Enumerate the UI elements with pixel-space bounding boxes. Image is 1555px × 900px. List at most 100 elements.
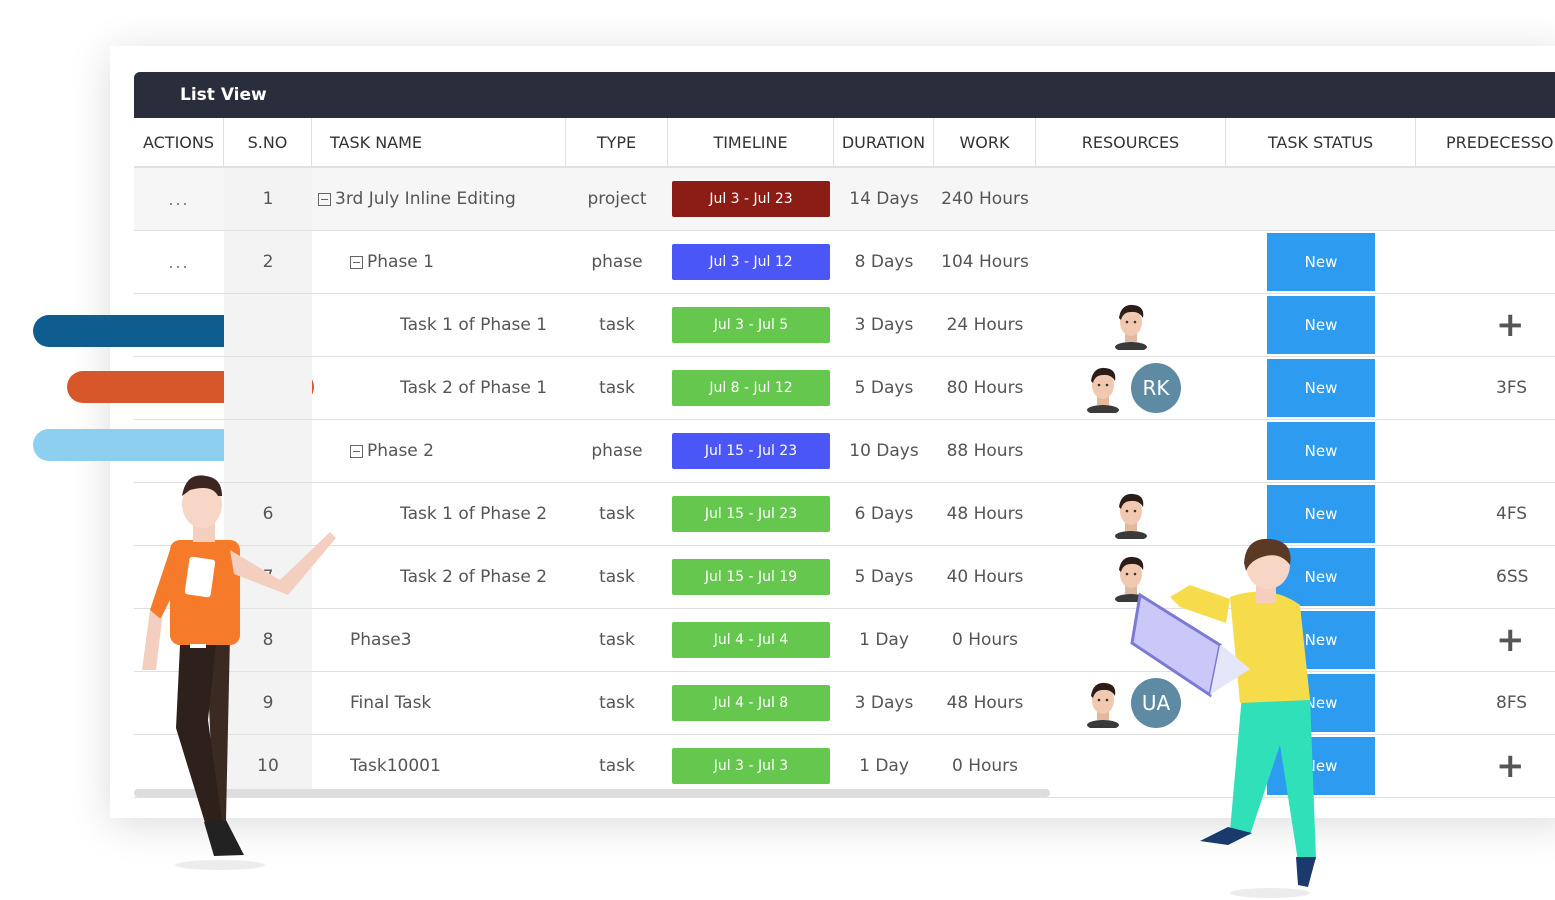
task-status-cell[interactable]: New (1226, 231, 1416, 293)
actions-cell[interactable] (134, 357, 224, 419)
timeline-cell[interactable]: Jul 3 - Jul 3 (668, 735, 834, 797)
table-row[interactable]: ... 1 3rd July Inline Editing project Jul 3 … (134, 168, 1555, 231)
column-header-work[interactable]: WORK (934, 118, 1036, 166)
task-name-cell[interactable]: Task 2 of Phase 2 (312, 546, 566, 608)
column-header-sno[interactable]: S.NO (224, 118, 312, 166)
work-cell[interactable]: 80 Hours (934, 357, 1036, 419)
status-badge[interactable]: New (1267, 422, 1375, 480)
resource-initials-avatar[interactable]: RK (1131, 363, 1181, 413)
work-cell[interactable]: 88 Hours (934, 420, 1036, 482)
task-name-cell[interactable]: 3rd July Inline Editing (312, 168, 566, 230)
task-status-cell[interactable] (1226, 168, 1416, 230)
timeline-cell[interactable]: Jul 4 - Jul 4 (668, 609, 834, 671)
predecessor-cell[interactable]: 4FS (1416, 483, 1555, 545)
resources-cell[interactable] (1036, 168, 1226, 230)
task-status-cell[interactable]: New (1226, 357, 1416, 419)
type-cell[interactable]: phase (566, 420, 668, 482)
collapse-icon[interactable] (350, 255, 363, 269)
timeline-bar[interactable]: Jul 15 - Jul 23 (672, 496, 830, 532)
timeline-bar[interactable]: Jul 3 - Jul 3 (672, 748, 830, 784)
task-name-cell[interactable]: Phase 1 (312, 231, 566, 293)
resource-avatar[interactable] (1081, 363, 1125, 415)
work-cell[interactable]: 48 Hours (934, 672, 1036, 734)
task-name-cell[interactable]: Phase 2 (312, 420, 566, 482)
duration-cell[interactable]: 5 Days (834, 546, 934, 608)
status-badge[interactable]: New (1267, 233, 1375, 291)
work-cell[interactable]: 0 Hours (934, 609, 1036, 671)
add-predecessor-icon[interactable]: + (1496, 308, 1525, 342)
task-name-cell[interactable]: Task 1 of Phase 1 (312, 294, 566, 356)
type-cell[interactable]: task (566, 294, 668, 356)
predecessor-cell[interactable]: + (1416, 609, 1555, 671)
timeline-cell[interactable]: Jul 15 - Jul 19 (668, 546, 834, 608)
status-badge[interactable]: New (1267, 359, 1375, 417)
timeline-cell[interactable]: Jul 3 - Jul 5 (668, 294, 834, 356)
work-cell[interactable]: 0 Hours (934, 735, 1036, 797)
work-cell[interactable]: 240 Hours (934, 168, 1036, 230)
status-badge[interactable]: New (1267, 296, 1375, 354)
resources-cell[interactable] (1036, 420, 1226, 482)
actions-cell[interactable] (134, 294, 224, 356)
resource-avatar[interactable] (1109, 489, 1153, 541)
collapse-icon[interactable] (318, 192, 331, 206)
column-header-type[interactable]: TYPE (566, 118, 668, 166)
duration-cell[interactable]: 3 Days (834, 672, 934, 734)
timeline-bar[interactable]: Jul 3 - Jul 12 (672, 244, 830, 280)
task-status-cell[interactable]: New (1226, 294, 1416, 356)
duration-cell[interactable]: 5 Days (834, 357, 934, 419)
timeline-bar[interactable]: Jul 3 - Jul 5 (672, 307, 830, 343)
task-name-cell[interactable]: Task 2 of Phase 1 (312, 357, 566, 419)
timeline-bar[interactable]: Jul 15 - Jul 23 (672, 433, 830, 469)
resources-cell[interactable] (1036, 294, 1226, 356)
predecessor-cell[interactable] (1416, 420, 1555, 482)
type-cell[interactable]: task (566, 672, 668, 734)
timeline-cell[interactable]: Jul 3 - Jul 23 (668, 168, 834, 230)
actions-cell[interactable]: ... (134, 168, 224, 230)
task-name-cell[interactable]: Final Task (312, 672, 566, 734)
type-cell[interactable]: phase (566, 231, 668, 293)
column-header-predecessor[interactable]: PREDECESSO (1416, 118, 1555, 166)
type-cell[interactable]: task (566, 546, 668, 608)
type-cell[interactable]: task (566, 483, 668, 545)
column-header-task-name[interactable]: TASK NAME (312, 118, 566, 166)
column-header-duration[interactable]: DURATION (834, 118, 934, 166)
task-name-cell[interactable]: Task 1 of Phase 2 (312, 483, 566, 545)
timeline-bar[interactable]: Jul 4 - Jul 4 (672, 622, 830, 658)
work-cell[interactable]: 24 Hours (934, 294, 1036, 356)
timeline-cell[interactable]: Jul 4 - Jul 8 (668, 672, 834, 734)
row-actions-menu-icon[interactable]: ... (168, 190, 189, 209)
table-row[interactable]: Task 1 of Phase 1 task Jul 3 - Jul 5 3 Days… (134, 294, 1555, 357)
predecessor-cell[interactable]: + (1416, 294, 1555, 356)
predecessor-cell[interactable] (1416, 231, 1555, 293)
resources-cell[interactable]: RK (1036, 357, 1226, 419)
timeline-bar[interactable]: Jul 8 - Jul 12 (672, 370, 830, 406)
resource-avatar[interactable] (1109, 300, 1153, 352)
duration-cell[interactable]: 14 Days (834, 168, 934, 230)
predecessor-cell[interactable]: + (1416, 735, 1555, 797)
work-cell[interactable]: 40 Hours (934, 546, 1036, 608)
row-actions-menu-icon[interactable]: ... (168, 253, 189, 272)
duration-cell[interactable]: 8 Days (834, 231, 934, 293)
add-predecessor-icon[interactable]: + (1496, 623, 1525, 657)
column-header-resources[interactable]: RESOURCES (1036, 118, 1226, 166)
timeline-cell[interactable]: Jul 3 - Jul 12 (668, 231, 834, 293)
duration-cell[interactable]: 10 Days (834, 420, 934, 482)
timeline-cell[interactable]: Jul 15 - Jul 23 (668, 420, 834, 482)
duration-cell[interactable]: 3 Days (834, 294, 934, 356)
resources-cell[interactable] (1036, 231, 1226, 293)
task-status-cell[interactable]: New (1226, 420, 1416, 482)
type-cell[interactable]: task (566, 357, 668, 419)
table-row[interactable]: Task 2 of Phase 1 task Jul 8 - Jul 12 5 Day… (134, 357, 1555, 420)
column-header-task-status[interactable]: TASK STATUS (1226, 118, 1416, 166)
resource-avatar[interactable] (1081, 678, 1125, 730)
timeline-bar[interactable]: Jul 3 - Jul 23 (672, 181, 830, 217)
work-cell[interactable]: 48 Hours (934, 483, 1036, 545)
predecessor-cell[interactable]: 8FS (1416, 672, 1555, 734)
column-header-actions[interactable]: ACTIONS (134, 118, 224, 166)
timeline-cell[interactable]: Jul 15 - Jul 23 (668, 483, 834, 545)
predecessor-cell[interactable] (1416, 168, 1555, 230)
work-cell[interactable]: 104 Hours (934, 231, 1036, 293)
duration-cell[interactable]: 6 Days (834, 483, 934, 545)
type-cell[interactable]: task (566, 735, 668, 797)
duration-cell[interactable]: 1 Day (834, 735, 934, 797)
